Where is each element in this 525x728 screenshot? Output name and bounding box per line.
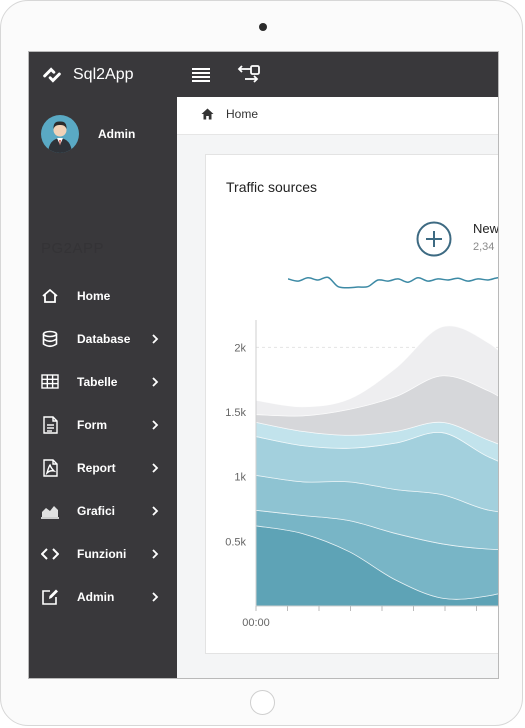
table-icon [41,373,59,391]
card-title: Traffic sources [226,179,318,195]
chevron-right-icon [152,462,159,473]
traffic-stream-chart: 0.5k1k1.5k2k00:00 0 [225,320,498,629]
code-icon [41,545,59,563]
sidebar-nav: Home Database Tabelle Form Report Grafic… [29,274,177,618]
chevron-right-icon [152,548,159,559]
sidebar-item-grafici[interactable]: Grafici [29,489,177,532]
hamburger-menu-icon[interactable] [191,64,211,84]
avatar [41,115,79,153]
sparkline [288,276,498,289]
breadcrumb: Home [177,97,498,135]
sidebar-section-title: PG2APP [41,240,105,257]
sidebar-item-label: Report [77,460,116,475]
sidebar-item-form[interactable]: Form [29,403,177,446]
brand[interactable]: Sql2App [41,52,134,97]
main-content: Home Traffic sources New 2,34 0.5k 1k 1.… [177,97,499,678]
legend-value: 2,34 [473,241,495,253]
sidebar-item-admin[interactable]: Admin [29,575,177,618]
home-icon [201,108,214,120]
tablet-frame: Sql2App Admin PG2APP Home Database Tabel… [0,0,523,726]
traffic-sources-card: Traffic sources New 2,34 0.5k 1k 1.5k 2k 00:… [205,154,499,654]
sidebar-item-funzioni[interactable]: Funzioni [29,532,177,575]
breadcrumb-home-link[interactable]: Home [226,107,258,121]
sidebar-item-label: Funzioni [77,546,127,561]
chevron-right-icon [152,419,159,430]
sidebar-item-report[interactable]: Report [29,446,177,489]
add-circle-icon[interactable] [416,221,452,257]
user-name: Admin [98,127,136,141]
device-home-button [250,690,275,715]
logo-icon [43,66,61,83]
database-icon [41,330,59,348]
switch-app-icon[interactable] [237,63,261,85]
area-chart-icon [41,502,59,520]
sidebar-item-label: Grafici [77,503,116,518]
sidebar-item-database[interactable]: Database [29,317,177,360]
form-icon [41,415,59,434]
pdf-icon [41,458,59,477]
y-tick-label: 0.5k [225,536,246,548]
top-navbar: Sql2App [29,52,498,97]
x-tick-label: 00:00 [242,617,270,629]
edit-icon [41,588,59,606]
sidebar-item-label: Form [77,417,107,432]
sidebar-item-label: Home [77,288,111,303]
chevron-right-icon [152,505,159,516]
y-tick-label: 1k [234,472,246,484]
chevron-right-icon [152,591,159,602]
y-tick-label: 2k [234,342,246,354]
sidebar-item-home[interactable]: Home [29,274,177,317]
legend-label: New [473,221,499,236]
sparkline-line [288,276,498,289]
home-icon [41,287,59,305]
chevron-right-icon [152,333,159,344]
y-tick-label: 1.5k [225,407,246,419]
sidebar-item-tabelle[interactable]: Tabelle [29,360,177,403]
camera [259,23,267,31]
sidebar: Admin PG2APP Home Database Tabelle Form … [29,97,177,678]
user-panel[interactable]: Admin [41,115,135,153]
sidebar-item-label: Admin [77,589,115,604]
sidebar-item-label: Tabelle [77,374,118,389]
user-avatar-icon [48,121,72,153]
app-screen: Sql2App Admin PG2APP Home Database Tabel… [28,51,499,679]
sidebar-item-label: Database [77,331,131,346]
chevron-right-icon [152,376,159,387]
app-title: Sql2App [73,65,134,83]
